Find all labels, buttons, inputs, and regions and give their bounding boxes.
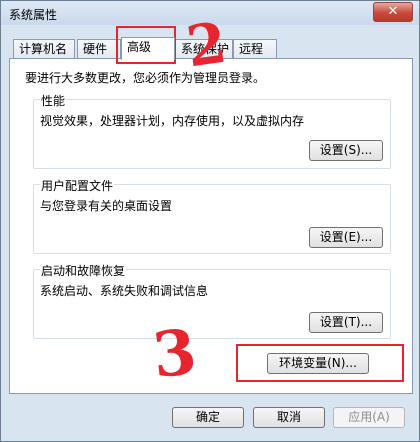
- tab-hardware[interactable]: 硬件: [77, 39, 121, 58]
- performance-desc: 视觉效果，处理器计划，内存使用，以及虚拟内存: [40, 114, 305, 128]
- window-title: 系统属性: [9, 8, 58, 22]
- annotation-number-2: 2: [182, 9, 231, 81]
- annotation-number-3: 3: [149, 314, 200, 393]
- user-profiles-desc: 与您登录有关的桌面设置: [40, 199, 173, 213]
- system-properties-window: 系统属性 ✕ 计算机名 硬件 高级 系统保护 远程 要进行大多数更改，您必须作为…: [0, 0, 420, 442]
- performance-group: 性能 视觉效果，处理器计划，内存使用，以及虚拟内存 设置(S)...: [33, 92, 391, 169]
- tab-advanced[interactable]: 高级: [121, 37, 175, 60]
- annotation-box-env-button: [236, 344, 404, 382]
- startup-recovery-group: 启动和故障恢复 系统启动、系统失败和调试信息 设置(T)...: [33, 262, 391, 339]
- tab-computer-name[interactable]: 计算机名: [13, 39, 75, 58]
- apply-button[interactable]: 应用(A): [333, 407, 405, 428]
- performance-title: 性能: [40, 92, 67, 109]
- user-profiles-group: 用户配置文件 与您登录有关的桌面设置 设置(E)...: [33, 177, 391, 254]
- user-profiles-title: 用户配置文件: [40, 177, 115, 194]
- startup-recovery-settings-button[interactable]: 设置(T)...: [309, 312, 383, 333]
- tab-remote[interactable]: 远程: [233, 39, 277, 58]
- startup-recovery-desc: 系统启动、系统失败和调试信息: [40, 284, 209, 298]
- close-button[interactable]: ✕: [373, 2, 413, 22]
- startup-recovery-title: 启动和故障恢复: [40, 262, 127, 279]
- performance-settings-button[interactable]: 设置(S)...: [309, 140, 383, 161]
- ok-button[interactable]: 确定: [172, 407, 244, 428]
- user-profiles-settings-button[interactable]: 设置(E)...: [309, 227, 383, 248]
- cancel-button[interactable]: 取消: [253, 407, 325, 428]
